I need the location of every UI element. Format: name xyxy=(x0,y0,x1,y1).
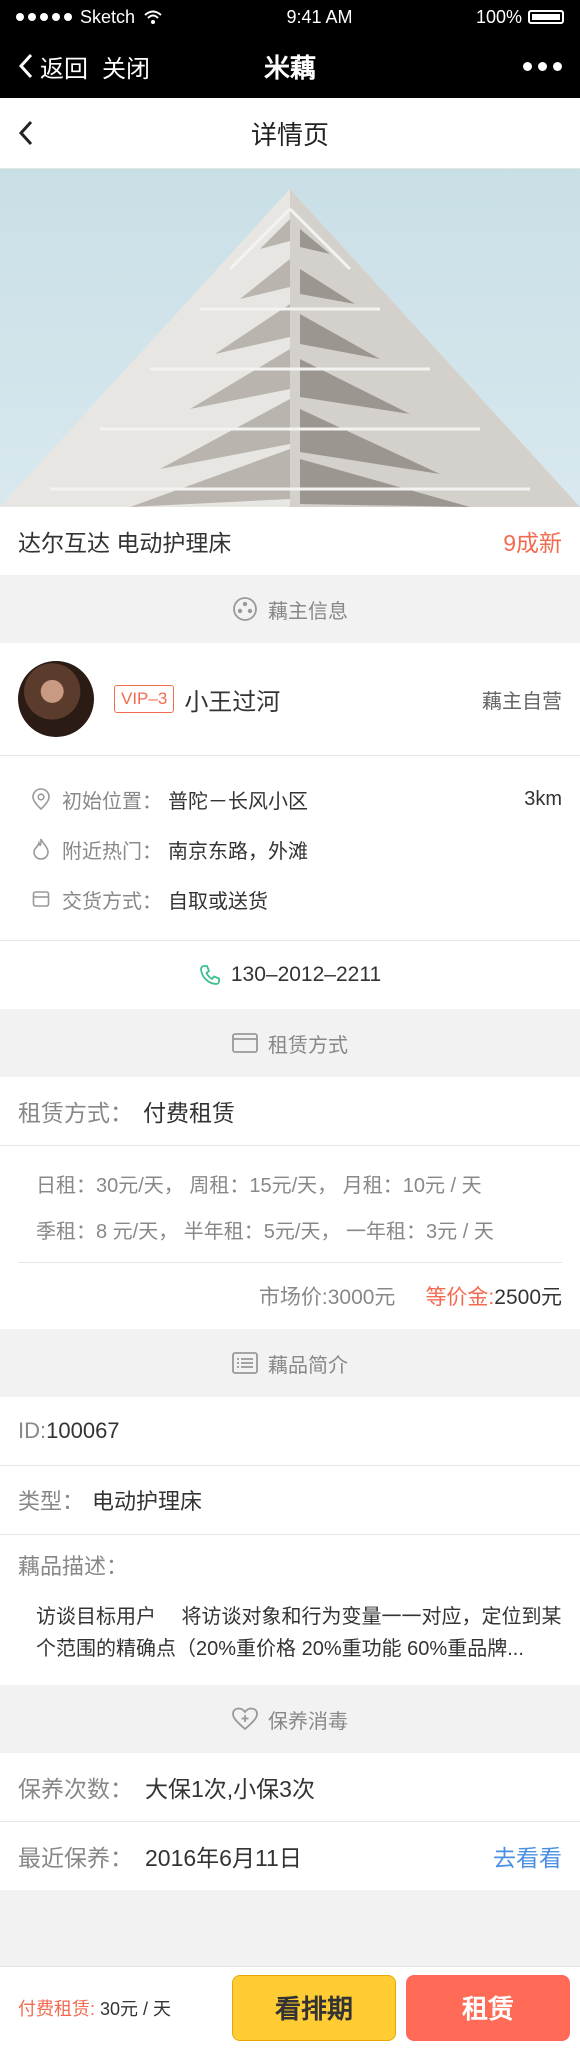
owner-section-title: 藕主信息 xyxy=(268,600,348,623)
owner-name[interactable]: 小王过河 xyxy=(184,682,280,717)
intro-section-title: 藕品简介 xyxy=(268,1354,348,1377)
maintenance-card: 保养次数： 大保1次,小保3次 最近保养： 2016年6月11日 去看看 xyxy=(0,1753,580,1890)
info-hot-label: 附近热门： xyxy=(62,840,162,863)
deposit-label: 等价金: xyxy=(425,1286,495,1309)
maintenance-last-label: 最近保养： xyxy=(18,1845,133,1871)
type-row: 类型： 电动护理床 xyxy=(0,1466,580,1535)
card-icon xyxy=(232,1033,258,1053)
view-maintenance-link[interactable]: 去看看 xyxy=(493,1839,562,1873)
list-icon xyxy=(232,1352,258,1374)
lease-card: 租赁方式： 付费租赁 日租：30元/天， 周租：15元/天， 月租：10元 / … xyxy=(0,1077,580,1329)
phone-number[interactable]: 130–2012–2211 xyxy=(231,963,381,987)
product-image xyxy=(0,169,580,507)
owner-card: VIP–3 小王过河 藕主自营 初始位置： 普陀－长风小区 3km 附近热门： … xyxy=(0,643,580,1009)
lease-section-header: 租赁方式 xyxy=(0,1009,580,1077)
package-icon xyxy=(32,891,50,907)
owner-row[interactable]: VIP–3 小王过河 藕主自营 xyxy=(0,643,580,756)
location-pin-icon xyxy=(32,788,50,810)
maintenance-count-label: 保养次数： xyxy=(18,1776,133,1802)
schedule-button[interactable]: 看排期 xyxy=(232,1974,396,2041)
nav-bar: 返回 关闭 米藕 xyxy=(0,34,580,98)
back-arrow-icon[interactable] xyxy=(18,120,34,146)
market-price: 市场价:3000元 xyxy=(258,1286,396,1309)
owner-icon xyxy=(233,597,257,621)
deposit-row: 市场价:3000元 等价金:2500元 xyxy=(0,1263,580,1329)
condition-label: 9成新 xyxy=(503,530,562,556)
bottom-price-value: 30元 / 天 xyxy=(95,1998,172,2019)
phone-row[interactable]: 130–2012–2211 xyxy=(0,941,580,1009)
maintenance-count-row: 保养次数： 大保1次,小保3次 xyxy=(0,1753,580,1822)
bottom-action-bar: 付费租赁: 30元 / 天 看排期 租赁 xyxy=(0,1966,580,2048)
id-label: ID: xyxy=(18,1418,47,1443)
battery-icon xyxy=(528,10,564,24)
id-row: ID: 100067 xyxy=(0,1397,580,1466)
intro-section-header: 藕品简介 xyxy=(0,1329,580,1397)
close-button[interactable]: 关闭 xyxy=(102,49,150,84)
type-value: 电动护理床 xyxy=(92,1489,203,1514)
page-title: 详情页 xyxy=(250,119,329,150)
phone-icon[interactable] xyxy=(199,964,221,986)
info-hot: 附近热门： 南京东路，外滩 xyxy=(18,824,562,874)
id-value: 100067 xyxy=(46,1418,120,1443)
bottom-price-label: 付费租赁: xyxy=(18,1998,96,2019)
owner-section-header: 藕主信息 xyxy=(0,575,580,643)
bottom-price: 付费租赁: 30元 / 天 xyxy=(18,1995,232,2021)
lease-section-title: 租赁方式 xyxy=(268,1034,348,1057)
lease-type-row: 租赁方式： 付费租赁 xyxy=(0,1077,580,1146)
price-line-2: 季租：8 元/天， 半年租：5元/天， 一年租：3元 / 天 xyxy=(36,1220,494,1243)
intro-card: ID: 100067 类型： 电动护理床 藕品描述： 访谈目标用户 将访谈对象和… xyxy=(0,1397,580,1685)
back-button[interactable]: 返回 xyxy=(40,49,88,84)
page-header: 详情页 xyxy=(0,98,580,169)
maintenance-section-title: 保养消毒 xyxy=(268,1710,348,1733)
lease-type-label: 租赁方式： xyxy=(18,1100,133,1126)
info-delivery-label: 交货方式： xyxy=(62,890,162,913)
carrier-label: Sketch xyxy=(80,6,136,27)
status-left: Sketch xyxy=(16,7,163,28)
price-list: 日租：30元/天， 周租：15元/天， 月租：10元 / 天 季租：8 元/天，… xyxy=(18,1146,562,1263)
info-location-label: 初始位置： xyxy=(62,790,162,813)
info-list: 初始位置： 普陀－长风小区 3km 附近热门： 南京东路，外滩 交货方式： 自取… xyxy=(0,756,580,941)
maintenance-count-value: 大保1次,小保3次 xyxy=(145,1776,315,1802)
type-label: 类型： xyxy=(18,1489,85,1514)
deposit-value: 2500元 xyxy=(494,1286,562,1309)
product-title-row: 达尔互达 电动护理床 9成新 xyxy=(0,507,580,575)
time-label: 9:41 AM xyxy=(286,6,353,27)
battery-label: 100% xyxy=(475,6,522,27)
info-hot-value: 南京东路，外滩 xyxy=(168,840,308,863)
owner-tag: 藕主自营 xyxy=(482,690,562,713)
info-delivery: 交货方式： 自取或送货 xyxy=(18,874,562,924)
desc-label: 藕品描述： xyxy=(18,1554,129,1579)
lease-type-value: 付费租赁 xyxy=(143,1100,235,1126)
nav-left: 返回 关闭 xyxy=(18,49,150,84)
info-location: 初始位置： 普陀－长风小区 3km xyxy=(18,774,562,824)
heart-plus-icon xyxy=(232,1707,258,1731)
maintenance-last-value: 2016年6月11日 xyxy=(145,1845,302,1871)
back-chevron-icon[interactable] xyxy=(18,53,34,79)
status-bar: Sketch 9:41 AM 100% xyxy=(0,0,580,34)
product-title: 达尔互达 电动护理床 xyxy=(18,530,232,556)
maintenance-last-row: 最近保养： 2016年6月11日 去看看 xyxy=(0,1822,580,1890)
signal-icon xyxy=(16,13,72,21)
wifi-icon xyxy=(144,10,162,24)
price-line-1: 日租：30元/天， 周租：15元/天， 月租：10元 / 天 xyxy=(36,1174,482,1197)
distance-label: 3km xyxy=(524,787,562,810)
info-location-value: 普陀－长风小区 xyxy=(168,790,308,813)
vip-badge: VIP–3 xyxy=(114,685,175,713)
building-illustration xyxy=(0,189,580,507)
rent-button[interactable]: 租赁 xyxy=(406,1974,570,2041)
battery-indicator: 100% xyxy=(476,7,564,28)
maintenance-section-header: 保养消毒 xyxy=(0,1685,580,1753)
more-icon[interactable] xyxy=(523,61,562,71)
info-delivery-value: 自取或送货 xyxy=(168,890,268,913)
app-title: 米藕 xyxy=(263,52,317,83)
desc-text: 访谈目标用户 将访谈对象和行为变量一一对应，定位到某个范围的精确点（20%重价格… xyxy=(36,1606,562,1660)
flame-icon xyxy=(33,838,49,860)
avatar[interactable] xyxy=(18,661,94,737)
deposit: 等价金:2500元 xyxy=(425,1281,562,1311)
